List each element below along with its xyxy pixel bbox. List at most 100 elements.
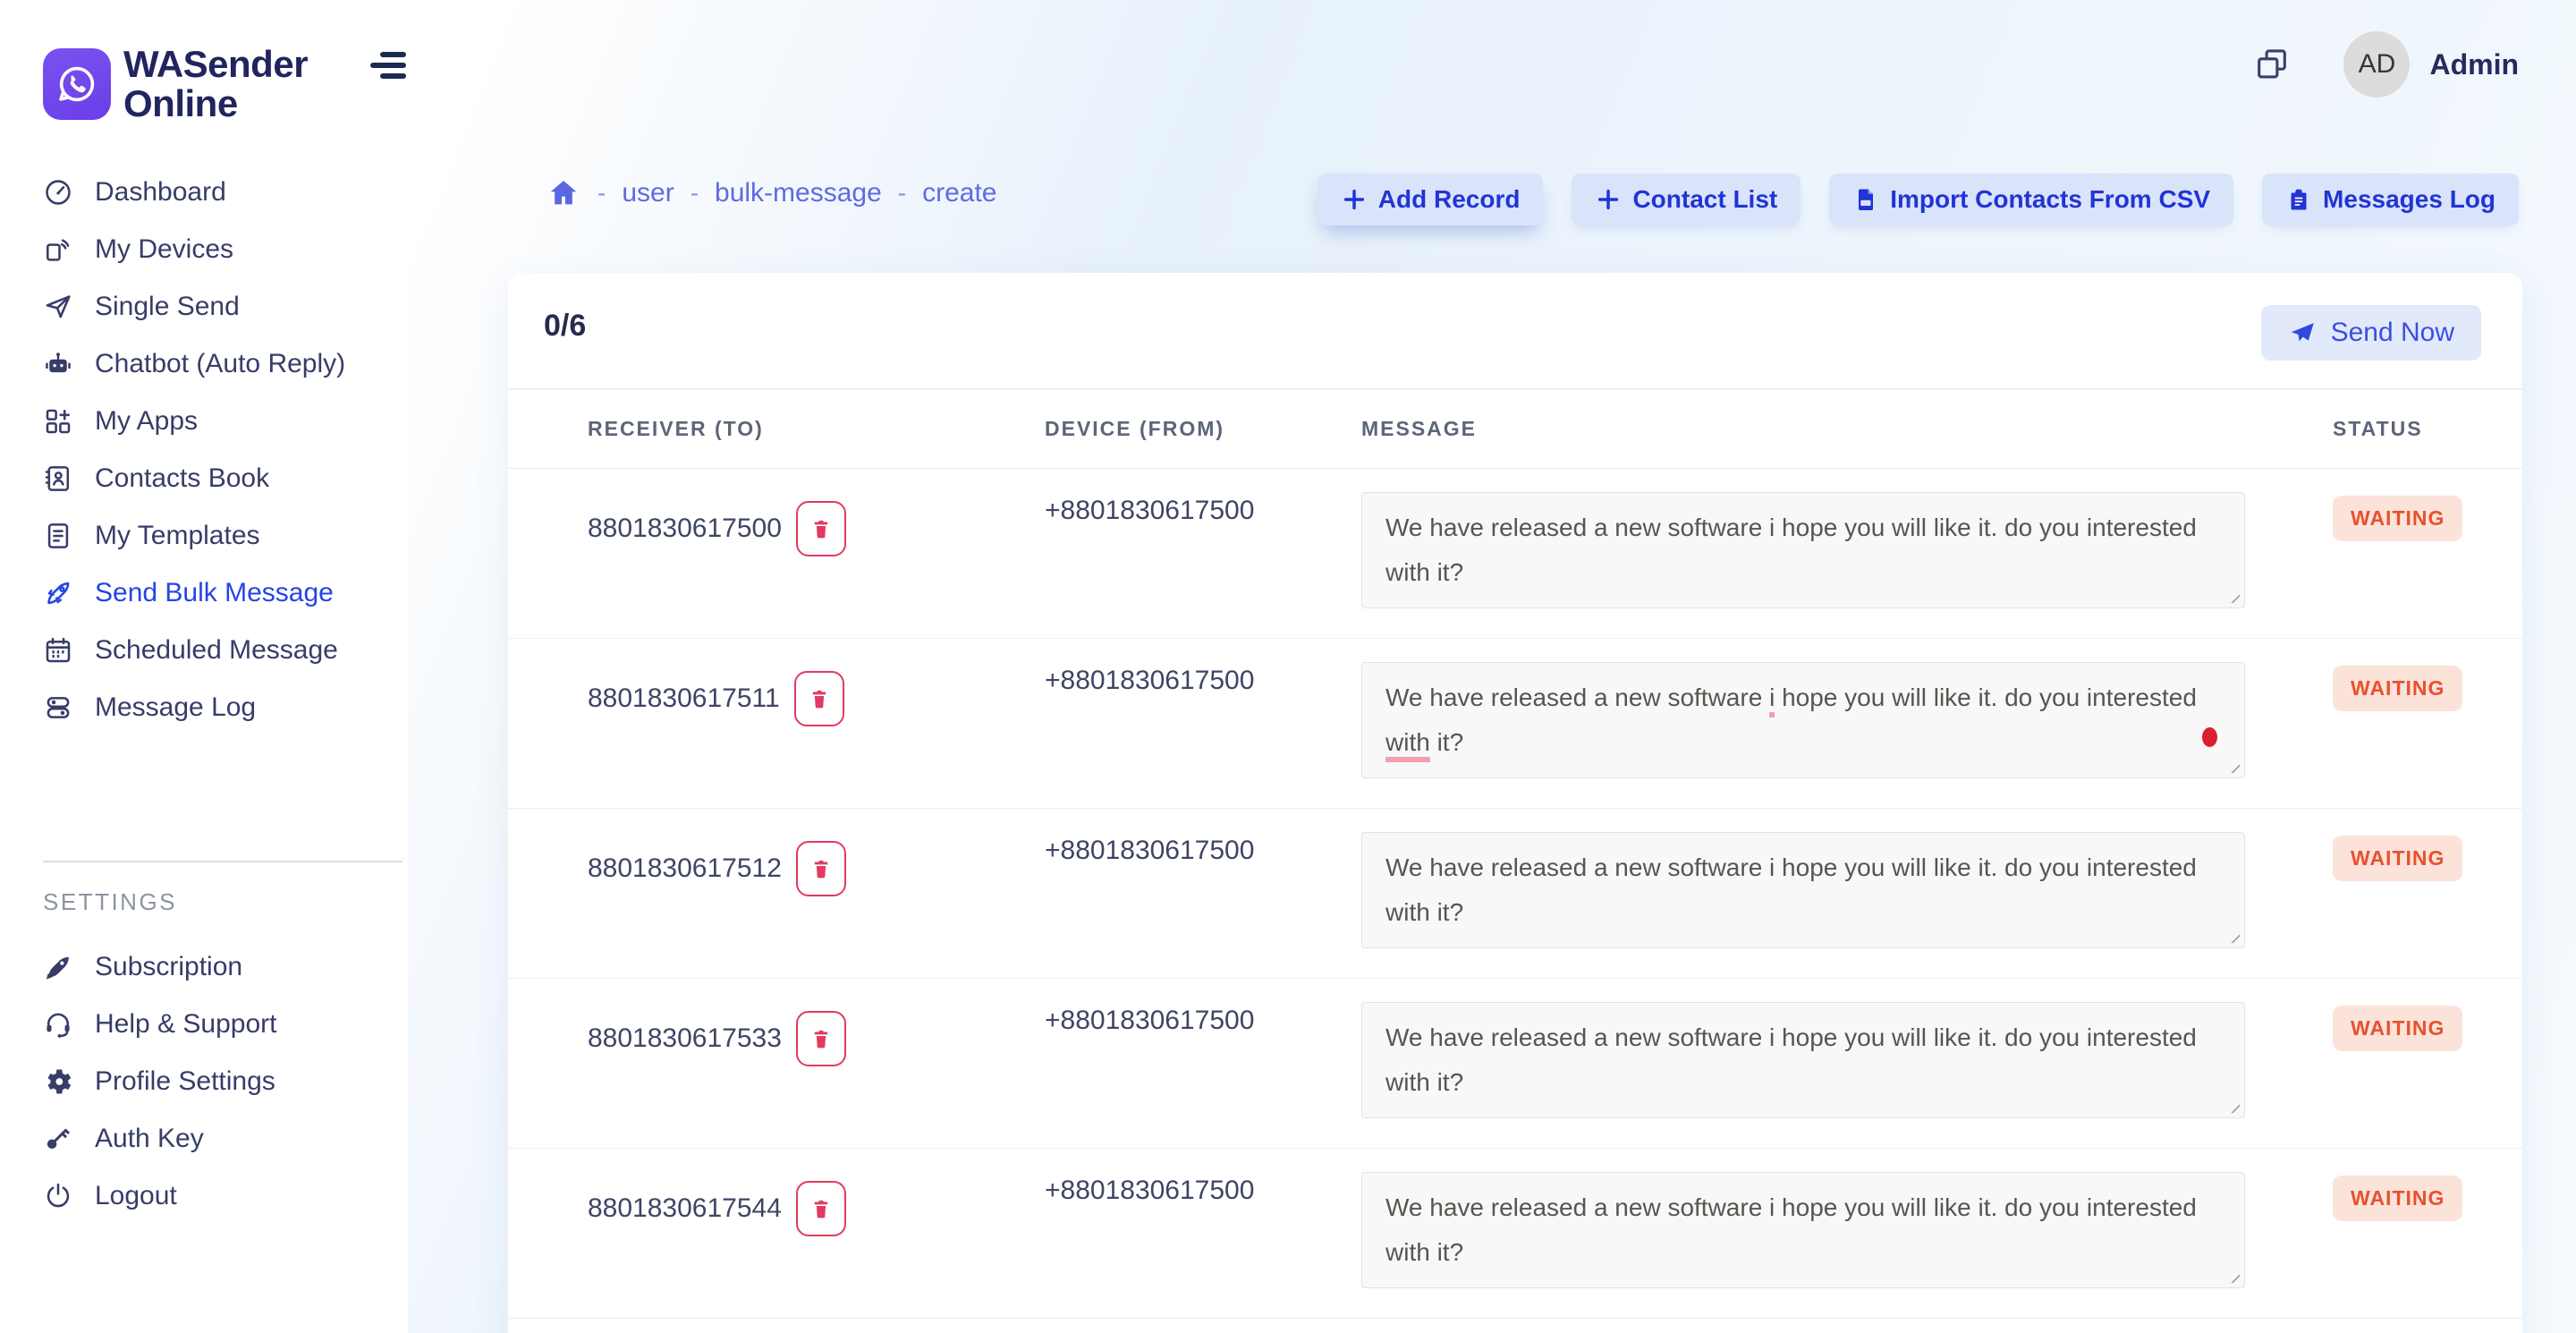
sidebar-item-help-support[interactable]: Help & Support — [0, 996, 408, 1053]
button-label: Messages Log — [2323, 185, 2496, 214]
sidebar-toggle-icon[interactable] — [370, 52, 406, 79]
contact-list-button[interactable]: Contact List — [1572, 174, 1801, 225]
delete-row-button[interactable] — [794, 671, 844, 726]
sidebar-item-message-log[interactable]: Message Log — [0, 679, 408, 736]
card-toolbar: 0/6 Send Now — [508, 273, 2522, 388]
user-menu[interactable]: AD Admin — [2343, 31, 2519, 98]
apps-grid-icon — [41, 404, 75, 438]
send-now-button[interactable]: Send Now — [2261, 305, 2481, 361]
breadcrumb-item-create[interactable]: create — [922, 178, 996, 208]
sidebar-item-label: My Apps — [95, 406, 198, 437]
sidebar-settings-menu: Subscription Help & Support Profile Settin… — [0, 938, 408, 1225]
sidebar-item-label: Dashboard — [95, 177, 226, 208]
resize-handle-icon[interactable] — [2225, 1269, 2240, 1283]
resize-handle-icon[interactable] — [2225, 759, 2240, 773]
message-textarea[interactable]: We have released a new software i hope y… — [1361, 662, 2245, 778]
grammar-checker-dot[interactable] — [2202, 727, 2217, 747]
sidebar-item-my-apps[interactable]: My Apps — [0, 393, 408, 450]
avatar: AD — [2343, 31, 2410, 98]
sidebar-item-label: My Templates — [95, 521, 260, 551]
add-record-button[interactable]: Add Record — [1318, 174, 1544, 225]
table-body: 8801830617500 +8801830617500 We have rel… — [508, 469, 2522, 1319]
messages-log-button[interactable]: Messages Log — [2262, 174, 2519, 225]
gear-icon — [41, 1065, 75, 1099]
receiver-number: 8801830617511 — [588, 671, 780, 714]
message-text: We have released a new software i hope y… — [1385, 1023, 2197, 1096]
button-label: Contact List — [1632, 185, 1777, 214]
sidebar-item-scheduled-message[interactable]: Scheduled Message — [0, 622, 408, 679]
sidebar-item-label: Auth Key — [95, 1124, 204, 1154]
headset-icon — [41, 1007, 75, 1041]
receiver-cell: 8801830617533 — [588, 979, 1045, 1148]
breadcrumb-item-bulk-message[interactable]: bulk-message — [715, 178, 882, 208]
sidebar-item-logout[interactable]: Logout — [0, 1167, 408, 1225]
trash-icon — [809, 1196, 834, 1221]
table-row: 8801830617544 +8801830617500 We have rel… — [508, 1149, 2522, 1319]
sidebar-item-my-templates[interactable]: My Templates — [0, 507, 408, 565]
breadcrumb-item-user[interactable]: user — [622, 178, 674, 208]
sidebar-divider — [43, 861, 402, 862]
user-name: Admin — [2429, 48, 2519, 81]
message-textarea[interactable]: We have released a new software i hope y… — [1361, 832, 2245, 948]
brand-logo[interactable]: WASender Online — [43, 45, 308, 123]
device-cell: +8801830617500 — [1045, 469, 1361, 638]
sidebar-item-single-send[interactable]: Single Send — [0, 278, 408, 335]
message-cell: We have released a new software i hope y… — [1361, 639, 2333, 808]
sidebar-item-label: Profile Settings — [95, 1066, 275, 1097]
message-textarea[interactable]: We have released a new software i hope y… — [1361, 492, 2245, 608]
sidebar-item-my-devices[interactable]: My Devices — [0, 221, 408, 278]
delete-row-button[interactable] — [796, 841, 846, 896]
status-cell: WAITING — [2333, 639, 2481, 808]
sidebar-item-label: Subscription — [95, 952, 242, 982]
header-right: AD Admin — [2252, 31, 2519, 98]
status-badge: WAITING — [2333, 1176, 2462, 1221]
home-icon[interactable] — [546, 175, 581, 211]
trash-icon — [809, 1026, 834, 1051]
delete-row-button[interactable] — [796, 1011, 846, 1066]
receiver-number: 8801830617500 — [588, 501, 782, 544]
breadcrumb: -user-bulk-message-create — [546, 175, 997, 211]
sidebar-item-auth-key[interactable]: Auth Key — [0, 1110, 408, 1167]
column-header-device-from: DEVICE (FROM) — [1045, 417, 1361, 441]
table-header: RECEIVER (TO)DEVICE (FROM)MESSAGESTATUS — [508, 388, 2522, 469]
message-textarea[interactable]: We have released a new software i hope y… — [1361, 1172, 2245, 1288]
status-badge: WAITING — [2333, 666, 2462, 711]
rocket-outline-icon — [41, 576, 75, 610]
import-contacts-from-csv-button[interactable]: Import Contacts From CSV — [1829, 174, 2233, 225]
status-cell: WAITING — [2333, 469, 2481, 638]
calendar-icon — [41, 633, 75, 667]
message-textarea[interactable]: We have released a new software i hope y… — [1361, 1002, 2245, 1118]
message-cell: We have released a new software i hope y… — [1361, 469, 2333, 638]
brand-name: WASender Online — [123, 45, 308, 123]
column-header-receiver-to: RECEIVER (TO) — [588, 417, 1045, 441]
sidebar: WASender Online Dashboard My Devices Singl… — [0, 0, 408, 1333]
dashboard-icon — [41, 175, 75, 209]
key-icon — [41, 1122, 75, 1156]
resize-handle-icon[interactable] — [2225, 1099, 2240, 1113]
sidebar-item-subscription[interactable]: Subscription — [0, 938, 408, 996]
device-cell: +8801830617500 — [1045, 979, 1361, 1148]
message-cell: We have released a new software i hope y… — [1361, 1149, 2333, 1318]
button-label: Add Record — [1378, 185, 1521, 214]
delete-row-button[interactable] — [796, 1181, 846, 1236]
resize-handle-icon[interactable] — [2225, 929, 2240, 943]
sidebar-item-profile-settings[interactable]: Profile Settings — [0, 1053, 408, 1110]
sidebar-item-contacts-book[interactable]: Contacts Book — [0, 450, 408, 507]
device-cell: +8801830617500 — [1045, 1149, 1361, 1318]
window-copy-icon[interactable] — [2252, 45, 2292, 84]
receiver-number: 8801830617512 — [588, 841, 782, 884]
resize-handle-icon[interactable] — [2225, 589, 2240, 603]
delete-row-button[interactable] — [796, 501, 846, 556]
sidebar-item-chatbot-auto-reply[interactable]: Chatbot (Auto Reply) — [0, 335, 408, 393]
receiver-number: 8801830617544 — [588, 1181, 782, 1224]
plus-icon — [1341, 186, 1368, 213]
sidebar-item-label: My Devices — [95, 234, 233, 265]
clipboard-icon — [2285, 186, 2312, 213]
message-cell: We have released a new software i hope y… — [1361, 809, 2333, 978]
sidebar-item-dashboard[interactable]: Dashboard — [0, 164, 408, 221]
send-now-label: Send Now — [2331, 318, 2454, 348]
device-cell: +8801830617500 — [1045, 639, 1361, 808]
trash-icon — [809, 516, 834, 541]
sidebar-item-send-bulk-message[interactable]: Send Bulk Message — [0, 565, 408, 622]
status-cell: WAITING — [2333, 1149, 2481, 1318]
